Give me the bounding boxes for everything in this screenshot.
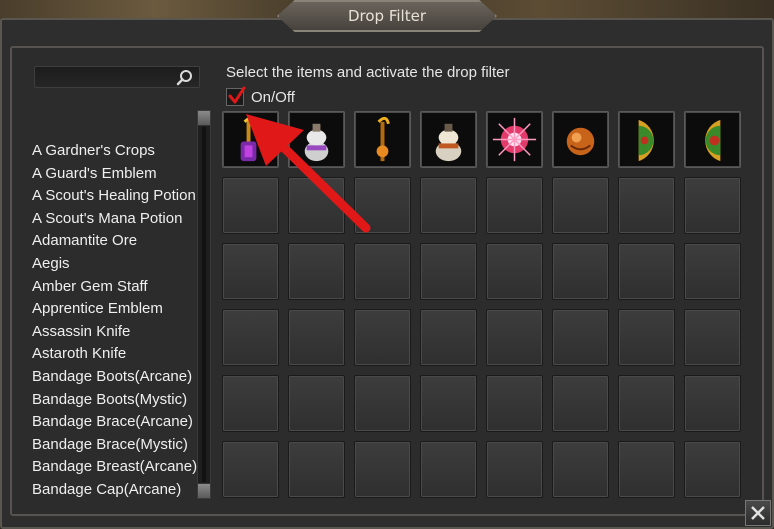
on-off-checkbox[interactable] [226, 86, 246, 106]
search-icon[interactable] [176, 69, 194, 87]
empty-item-slot[interactable] [354, 243, 411, 300]
empty-item-slot[interactable] [288, 375, 345, 432]
search-box[interactable] [34, 66, 200, 88]
selected-item-slot[interactable] [552, 111, 609, 168]
empty-item-slot[interactable] [552, 375, 609, 432]
item-list-entry[interactable]: A Guard's Emblem [32, 163, 200, 186]
item-list-entry[interactable]: Bandage Breast(Arcane) [32, 456, 200, 479]
item-list-entry[interactable]: Astaroth Knife [32, 343, 200, 366]
empty-item-slot[interactable] [354, 441, 411, 498]
scroll-up-handle[interactable] [198, 111, 210, 126]
empty-item-slot[interactable] [486, 375, 543, 432]
item-list-entry[interactable]: Bandage Boots(Arcane) [32, 366, 200, 389]
empty-item-slot[interactable] [486, 243, 543, 300]
empty-item-slot[interactable] [684, 243, 741, 300]
potion-bag-icon [435, 123, 462, 162]
on-off-toggle[interactable]: On/Off [226, 86, 295, 108]
selected-item-slot[interactable] [288, 111, 345, 168]
item-list-entry[interactable]: A Gardner's Crops [32, 140, 200, 163]
empty-item-slot[interactable] [288, 309, 345, 366]
shield-round-icon [705, 119, 721, 162]
shield-half-icon [638, 119, 654, 162]
empty-item-slot[interactable] [222, 441, 279, 498]
empty-item-slot[interactable] [552, 243, 609, 300]
empty-item-slot[interactable] [354, 309, 411, 366]
empty-item-slot[interactable] [354, 177, 411, 234]
item-list-scrollbar[interactable] [197, 110, 211, 499]
scroll-down-handle[interactable] [198, 483, 210, 498]
empty-item-slot[interactable] [552, 177, 609, 234]
selected-item-slot[interactable] [618, 111, 675, 168]
empty-item-slot[interactable] [420, 441, 477, 498]
search-input[interactable] [39, 69, 179, 87]
empty-item-slot[interactable] [354, 375, 411, 432]
item-list-entry[interactable]: A Scout's Mana Potion [32, 208, 200, 231]
item-list-entry[interactable]: Aegis [32, 253, 200, 276]
empty-item-slot[interactable] [618, 309, 675, 366]
item-list: A Gardner's Crops A Guard's Emblem A Scout… [32, 140, 200, 498]
empty-item-slot[interactable] [486, 309, 543, 366]
empty-item-slot[interactable] [222, 243, 279, 300]
item-list-entry[interactable]: Adamantite Ore [32, 230, 200, 253]
window-title: Drop Filter [347, 7, 426, 25]
on-off-label: On/Off [251, 88, 295, 106]
item-list-entry[interactable]: Bandage Brace(Arcane) [32, 411, 200, 434]
empty-item-slot[interactable] [288, 177, 345, 234]
empty-item-slot[interactable] [618, 375, 675, 432]
potion-white-icon [304, 123, 329, 162]
empty-item-slot[interactable] [288, 243, 345, 300]
item-slot-grid [222, 111, 746, 498]
empty-item-slot[interactable] [684, 309, 741, 366]
empty-item-slot[interactable] [684, 375, 741, 432]
item-list-entry[interactable]: A Scout's Healing Potion [32, 185, 200, 208]
selected-item-slot[interactable] [684, 111, 741, 168]
empty-item-slot[interactable] [618, 441, 675, 498]
empty-item-slot[interactable] [420, 375, 477, 432]
item-list-entry[interactable]: Amber Gem Staff [32, 276, 200, 299]
empty-item-slot[interactable] [486, 177, 543, 234]
item-list-entry[interactable]: Assassin Knife [32, 321, 200, 344]
item-list-entry[interactable]: Bandage Cap(Arcane) [32, 479, 200, 498]
empty-item-slot[interactable] [684, 177, 741, 234]
empty-item-slot[interactable] [486, 441, 543, 498]
close-icon [751, 506, 765, 520]
selected-item-slot[interactable] [486, 111, 543, 168]
empty-item-slot[interactable] [288, 441, 345, 498]
checkmark-icon [228, 86, 246, 104]
selected-item-slot[interactable] [222, 111, 279, 168]
empty-item-slot[interactable] [420, 177, 477, 234]
item-list-entry[interactable]: Bandage Boots(Mystic) [32, 389, 200, 412]
selected-item-slot[interactable] [420, 111, 477, 168]
selected-item-slot[interactable] [354, 111, 411, 168]
staff-orange-icon [376, 116, 390, 162]
scroll-track[interactable] [202, 127, 206, 482]
window-title-plate: Drop Filter [277, 0, 497, 32]
instruction-text: Select the items and activate the drop f… [226, 64, 510, 81]
empty-item-slot[interactable] [420, 243, 477, 300]
empty-item-slot[interactable] [552, 441, 609, 498]
orange-orb-icon [566, 127, 595, 156]
empty-item-slot[interactable] [618, 177, 675, 234]
item-list-entry[interactable]: Bandage Brace(Mystic) [32, 434, 200, 457]
sparkle-orb-icon [492, 117, 537, 162]
close-button[interactable] [745, 500, 771, 526]
staff-icon [240, 116, 258, 162]
empty-item-slot[interactable] [222, 177, 279, 234]
empty-item-slot[interactable] [552, 309, 609, 366]
empty-item-slot[interactable] [222, 309, 279, 366]
empty-item-slot[interactable] [420, 309, 477, 366]
item-list-entry[interactable]: Apprentice Emblem [32, 298, 200, 321]
empty-item-slot[interactable] [684, 441, 741, 498]
empty-item-slot[interactable] [618, 243, 675, 300]
empty-item-slot[interactable] [222, 375, 279, 432]
